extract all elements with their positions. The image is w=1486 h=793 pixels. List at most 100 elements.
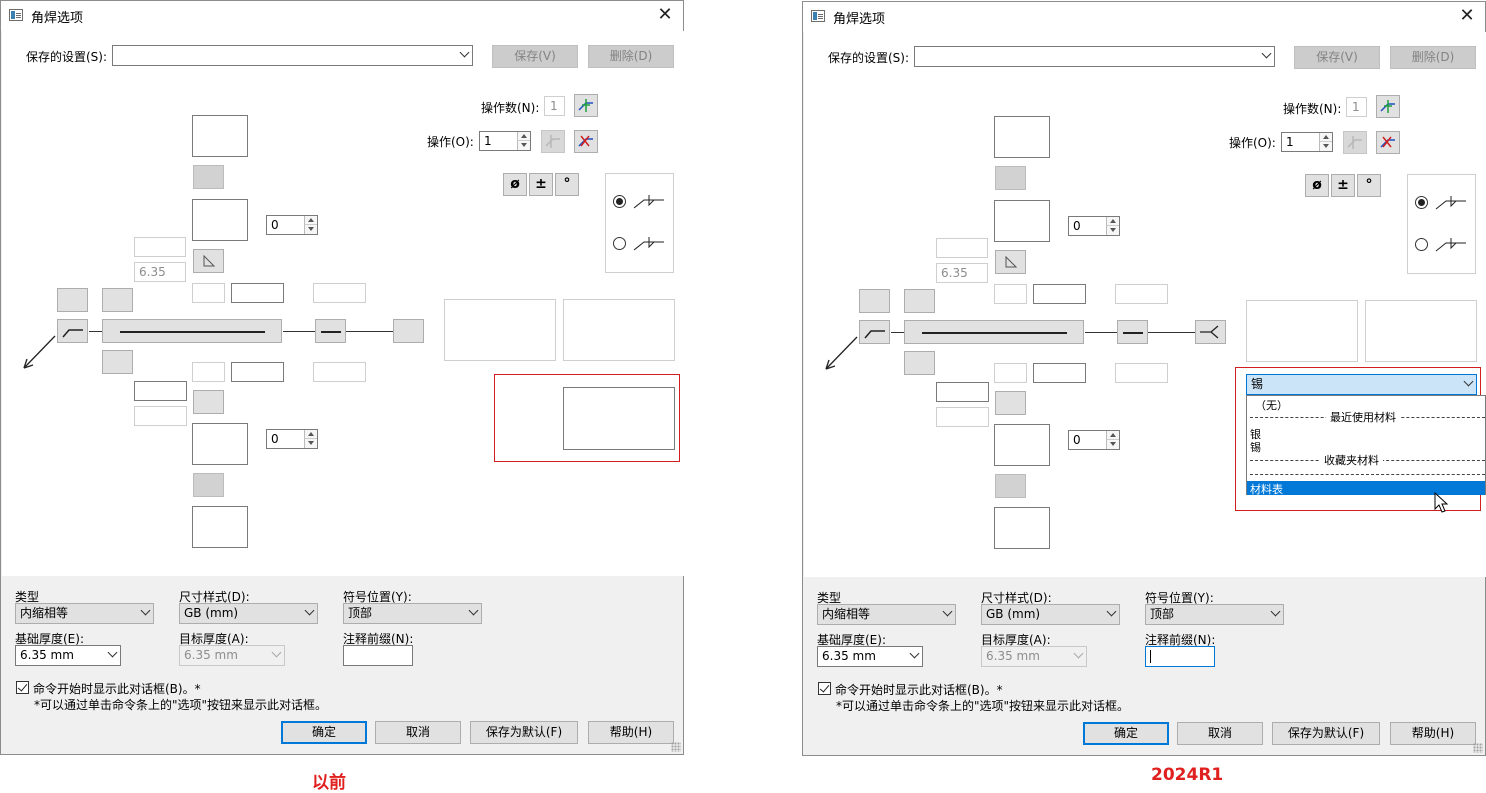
reference-line-button[interactable] <box>102 319 282 343</box>
top-dim-field[interactable] <box>936 238 988 258</box>
save-button[interactable]: 保存(V) <box>492 45 578 68</box>
flag-button-2[interactable] <box>102 288 133 312</box>
symbol-pos-combo[interactable]: 顶部 <box>343 603 482 624</box>
cancel-button[interactable]: 取消 <box>1177 722 1263 745</box>
bottom-count-stepper[interactable]: 0 <box>266 429 318 449</box>
dim-style-combo[interactable]: GB (mm) <box>179 603 318 624</box>
flag-button-1[interactable] <box>859 289 890 313</box>
weld-top-box-1[interactable] <box>192 115 248 157</box>
material-note-box[interactable] <box>563 387 675 450</box>
top-field-small-2[interactable] <box>1033 284 1086 304</box>
flag-button-1[interactable] <box>57 288 88 312</box>
close-icon[interactable]: ✕ <box>655 5 675 25</box>
tail-button[interactable] <box>393 319 424 343</box>
weld-bottom-symbol-2[interactable] <box>193 473 224 497</box>
plusminus-symbol-button[interactable]: ± <box>529 173 553 196</box>
top-thickness-field[interactable]: 6.35 <box>134 262 186 282</box>
note-box-2[interactable] <box>563 299 675 361</box>
tail-line-button[interactable] <box>315 319 346 343</box>
reference-line-button[interactable] <box>904 320 1084 344</box>
save-default-button[interactable]: 保存为默认(F) <box>470 721 578 744</box>
bottom-dim-field[interactable] <box>936 382 989 402</box>
weld-bottom-symbol-1[interactable] <box>995 391 1026 415</box>
weld-bottom-symbol-1[interactable] <box>193 390 224 414</box>
target-thickness-combo[interactable]: 6.35 mm <box>179 645 285 666</box>
arrow-style-button[interactable] <box>859 320 890 344</box>
top-field-small-1[interactable] <box>192 283 225 303</box>
help-button[interactable]: 帮助(H) <box>588 721 674 744</box>
weld-top-box-1[interactable] <box>994 116 1050 158</box>
weld-top-symbol-1[interactable] <box>193 165 224 189</box>
saved-settings-combo[interactable] <box>112 45 473 66</box>
diameter-symbol-button[interactable]: ø <box>503 173 527 196</box>
saved-settings-combo[interactable] <box>914 46 1275 67</box>
resize-grip[interactable] <box>1473 743 1483 753</box>
show-dialog-checkbox[interactable] <box>818 682 831 695</box>
prev-operation-icon[interactable] <box>1343 131 1367 154</box>
note-prefix-input[interactable] <box>1145 646 1215 667</box>
show-dialog-checkbox[interactable] <box>16 681 29 694</box>
top-count-stepper[interactable]: 0 <box>1068 216 1120 236</box>
resize-grip[interactable] <box>671 742 681 752</box>
flag-button-3[interactable] <box>904 351 935 375</box>
arrow-side-radio-bottom[interactable] <box>1415 238 1428 251</box>
cancel-button[interactable]: 取消 <box>375 721 461 744</box>
diameter-symbol-button[interactable]: ø <box>1305 174 1329 197</box>
add-operation-icon[interactable] <box>574 94 598 117</box>
bottom-field-small-2[interactable] <box>1033 363 1086 383</box>
top-field-small-1[interactable] <box>994 284 1027 304</box>
weld-bottom-box-2[interactable] <box>192 506 248 548</box>
arrow-side-radio-top[interactable] <box>1415 196 1428 209</box>
ok-button[interactable]: 确定 <box>281 721 367 744</box>
triangle-symbol-button[interactable] <box>995 250 1026 274</box>
flag-button-3[interactable] <box>102 350 133 374</box>
weld-bottom-box-2[interactable] <box>994 507 1050 549</box>
tail-fork-button[interactable] <box>1195 320 1226 344</box>
triangle-symbol-button[interactable] <box>193 249 224 273</box>
material-combo[interactable]: 锡 <box>1246 374 1477 395</box>
arrow-side-radio-top[interactable] <box>613 195 626 208</box>
weld-bottom-box-1[interactable] <box>994 424 1050 466</box>
op-stepper[interactable]: 1 <box>479 131 531 151</box>
bottom-field-small-2[interactable] <box>231 362 284 382</box>
note-box-2[interactable] <box>1365 300 1477 362</box>
save-default-button[interactable]: 保存为默认(F) <box>1272 722 1380 745</box>
save-button[interactable]: 保存(V) <box>1294 46 1380 69</box>
help-button[interactable]: 帮助(H) <box>1390 722 1476 745</box>
tail-line-button[interactable] <box>1117 320 1148 344</box>
material-option-none[interactable]: （无） <box>1255 397 1288 413</box>
type-combo[interactable]: 内缩相等 <box>15 603 154 624</box>
delete-operation-icon[interactable] <box>574 130 598 153</box>
degree-symbol-button[interactable]: ° <box>555 173 579 196</box>
delete-button[interactable]: 删除(D) <box>588 45 674 68</box>
top-field-small-3[interactable] <box>1115 284 1168 304</box>
base-thickness-combo[interactable]: 6.35 mm <box>817 646 923 667</box>
note-box-1[interactable] <box>444 299 556 361</box>
bottom-dim-field[interactable] <box>134 381 187 401</box>
weld-bottom-box-1[interactable] <box>192 423 248 465</box>
bottom-field-small-1[interactable] <box>994 363 1027 383</box>
top-field-small-2[interactable] <box>231 283 284 303</box>
target-thickness-combo[interactable]: 6.35 mm <box>981 646 1087 667</box>
weld-bottom-symbol-2[interactable] <box>995 474 1026 498</box>
ok-button[interactable]: 确定 <box>1083 722 1169 745</box>
arrow-side-radio-bottom[interactable] <box>613 237 626 250</box>
weld-top-box-2[interactable] <box>994 200 1050 242</box>
bottom-field-small-1[interactable] <box>192 362 225 382</box>
bottom-count-stepper[interactable]: 0 <box>1068 430 1120 450</box>
op-stepper[interactable]: 1 <box>1281 132 1333 152</box>
degree-symbol-button[interactable]: ° <box>1357 174 1381 197</box>
close-icon[interactable]: ✕ <box>1457 6 1477 26</box>
bottom-field-small-3[interactable] <box>1115 363 1168 383</box>
material-option-tin[interactable]: 锡 <box>1250 439 1261 455</box>
weld-top-symbol-1[interactable] <box>995 166 1026 190</box>
delete-operation-icon[interactable] <box>1376 131 1400 154</box>
delete-button[interactable]: 删除(D) <box>1390 46 1476 69</box>
top-thickness-field[interactable]: 6.35 <box>936 263 988 283</box>
dim-style-combo[interactable]: GB (mm) <box>981 604 1120 625</box>
add-operation-icon[interactable] <box>1376 95 1400 118</box>
weld-top-box-2[interactable] <box>192 199 248 241</box>
base-thickness-combo[interactable]: 6.35 mm <box>15 645 121 666</box>
top-dim-field[interactable] <box>134 237 186 257</box>
plusminus-symbol-button[interactable]: ± <box>1331 174 1355 197</box>
